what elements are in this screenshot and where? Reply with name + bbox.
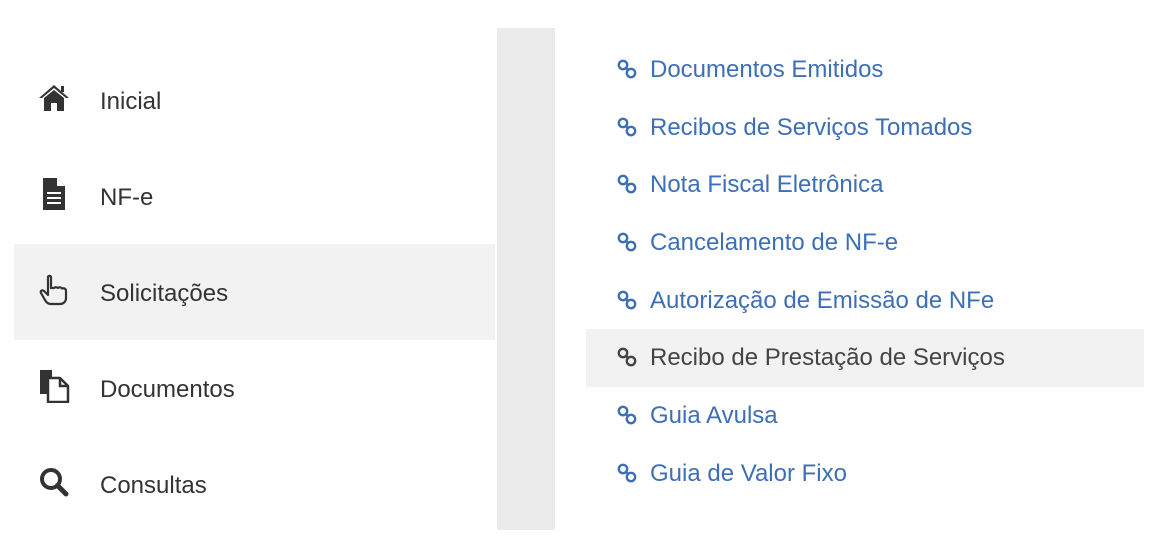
submenu-item-autorizacao-emissao-nfe[interactable]: Autorização de Emissão de NFe [586,272,1144,330]
submenu-item-guia-valor-fixo[interactable]: Guia de Valor Fixo [586,445,1144,503]
submenu-item-label: Recibo de Prestação de Serviços [650,344,1005,372]
hand-pointer-icon [36,272,72,308]
submenu-item-label: Guia Avulsa [650,402,778,430]
sidebar-item-inicial[interactable]: Inicial [14,52,495,148]
link-icon [617,405,637,425]
link-icon [617,232,637,252]
sidebar-item-label: Solicitações [100,280,229,307]
copy-documents-icon [36,368,72,404]
sidebar-item-label: Inicial [100,88,162,115]
submenu-item-recibos-servicos-tomados[interactable]: Recibos de Serviços Tomados [586,99,1144,157]
sidebar-item-solicitacoes[interactable]: Solicitações [14,244,495,340]
page: Inicial NF-e Solicitações Documentos Con… [0,0,1150,550]
submenu-item-nota-fiscal-eletronica[interactable]: Nota Fiscal Eletrônica [586,156,1144,214]
submenu-item-label: Recibos de Serviços Tomados [650,113,973,141]
submenu-item-label: Documentos Emitidos [650,56,884,83]
submenu-item-cancelamento-nfe[interactable]: Cancelamento de NF-e [586,214,1144,272]
file-text-icon [36,176,72,212]
link-icon [617,117,637,137]
sidebar: Inicial NF-e Solicitações Documentos Con… [14,52,495,532]
submenu-item-label: Guia de Valor Fixo [650,459,847,487]
sidebar-item-label: NF-e [100,184,154,211]
link-icon [617,290,637,310]
submenu-item-label: Autorização de Emissão de NFe [650,286,995,314]
link-icon [617,59,637,79]
sidebar-item-label: Documentos [100,376,235,403]
link-icon [617,348,637,367]
submenu-item-guia-avulsa[interactable]: Guia Avulsa [586,387,1144,445]
submenu-item-recibo-prestacao-servicos[interactable]: Recibo de Prestação de Serviços [586,329,1144,388]
link-icon [617,174,637,194]
sidebar-item-documentos[interactable]: Documentos [14,340,495,436]
sidebar-item-label: Consultas [100,472,207,499]
link-icon [617,463,637,483]
home-icon [36,80,72,116]
sidebar-item-nfe[interactable]: NF-e [14,148,495,244]
submenu: Documentos Emitidos Recibos de Serviços … [586,41,1144,503]
sidebar-item-consultas[interactable]: Consultas [14,436,495,532]
divider [497,28,555,530]
submenu-item-label: Nota Fiscal Eletrônica [650,171,884,199]
submenu-item-documentos-emitidos[interactable]: Documentos Emitidos [586,41,1144,99]
submenu-item-label: Cancelamento de NF-e [650,229,899,257]
search-icon [36,464,72,500]
